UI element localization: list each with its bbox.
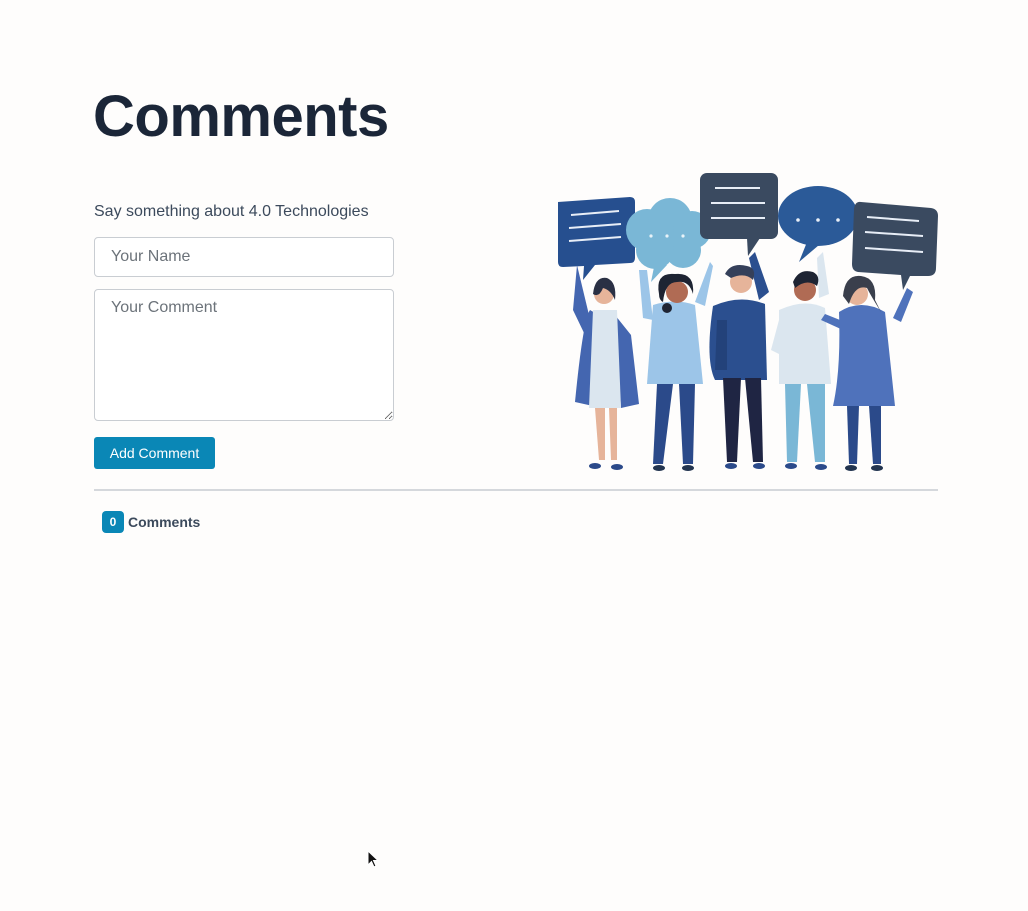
comment-count-badge: 0: [102, 511, 124, 533]
person-figure: [573, 265, 639, 470]
comment-count: 0 Comments: [102, 511, 200, 533]
people-speech-bubbles-illustration: [558, 173, 938, 471]
comment-textarea[interactable]: [94, 289, 394, 421]
mouse-cursor-icon: [367, 850, 379, 868]
person-figure: [821, 275, 913, 471]
person-figure: [639, 262, 713, 471]
person-figure: [709, 252, 769, 469]
person-figure: [771, 252, 831, 470]
form-prompt: Say something about 4.0 Technologies: [94, 203, 369, 220]
thought-bubble-icon: [626, 198, 711, 282]
section-divider: [94, 489, 938, 491]
speech-bubble-icon: [778, 186, 858, 262]
speech-bubble-icon: [700, 173, 778, 256]
comment-count-label: Comments: [128, 514, 201, 530]
add-comment-button[interactable]: Add Comment: [94, 437, 215, 469]
speech-bubble-icon: [558, 197, 635, 280]
comments-page: Comments Say something about 4.0 Technol…: [0, 0, 1028, 911]
page-title: Comments: [93, 84, 389, 149]
speech-bubble-icon: [852, 201, 938, 290]
name-input[interactable]: [94, 237, 394, 277]
